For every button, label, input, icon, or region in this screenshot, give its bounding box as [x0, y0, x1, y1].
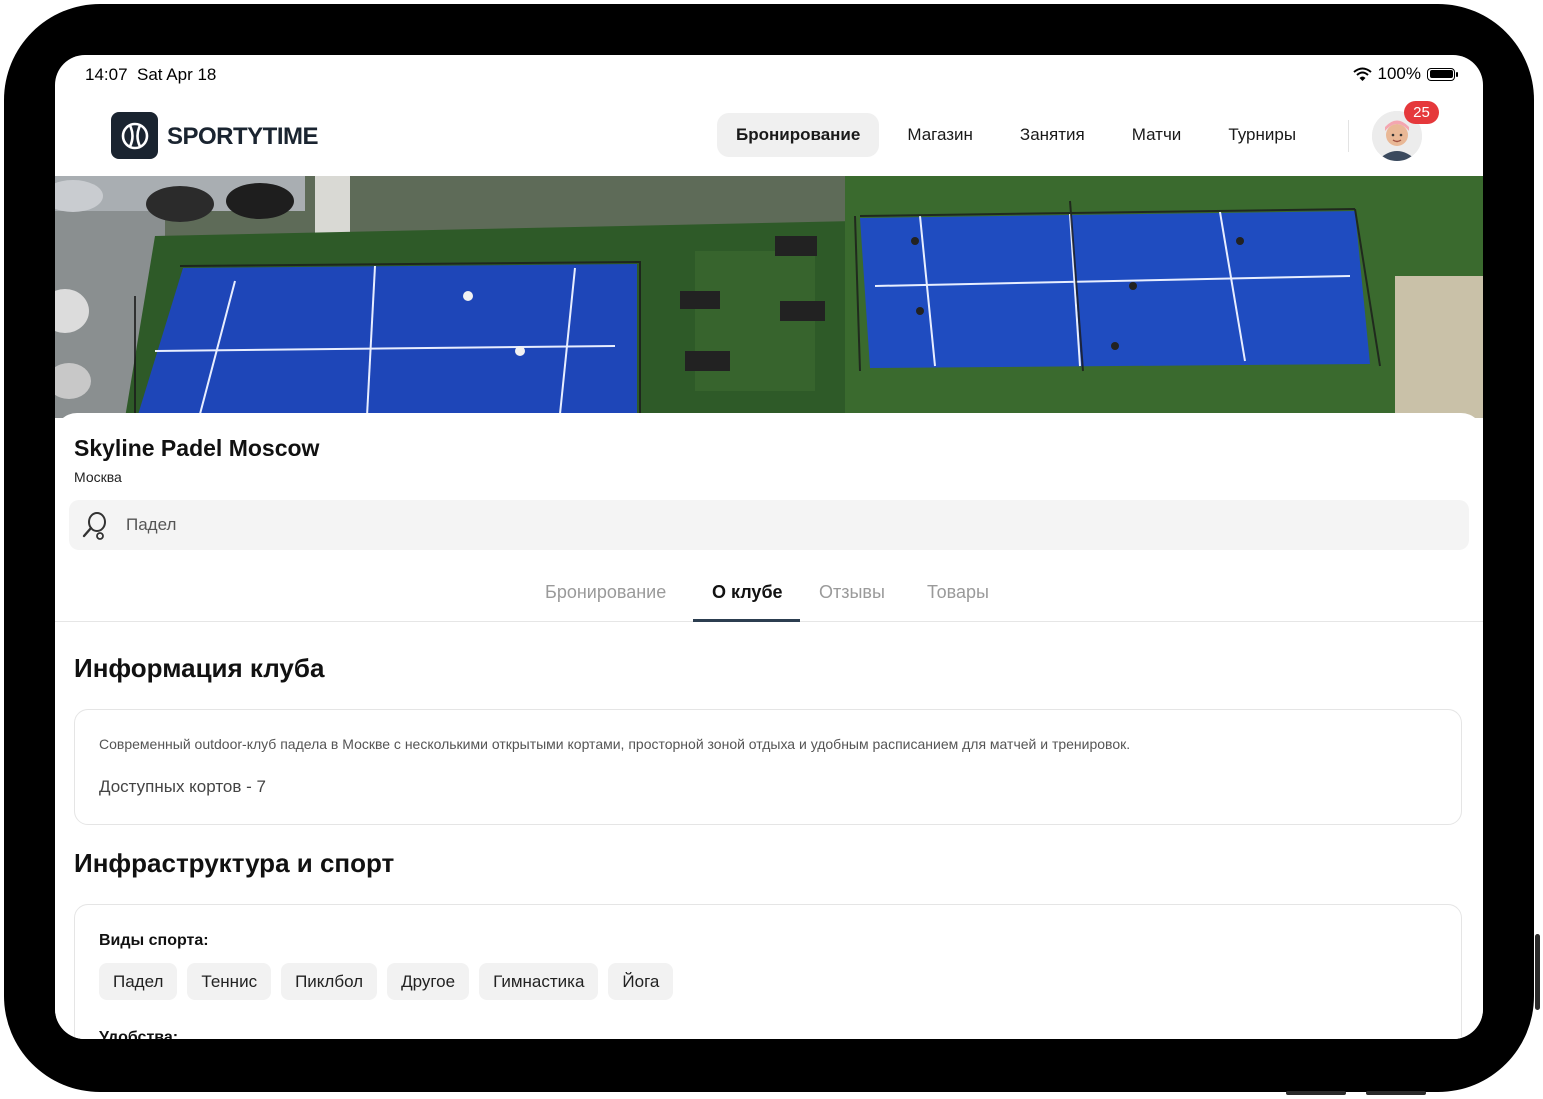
tab-booking[interactable]: Бронирование — [545, 582, 666, 603]
battery-icon — [1427, 67, 1458, 81]
tennis-ball-icon — [121, 122, 148, 149]
sport-selector[interactable]: Падел — [69, 500, 1469, 550]
sport-selector-value: Падел — [126, 515, 177, 534]
status-time: 14:07 Sat Apr 18 — [85, 65, 217, 84]
available-courts: Доступных кортов - 7 — [99, 777, 266, 796]
sports-chips: Падел Теннис Пиклбол Другое Гимнастика Й… — [99, 963, 674, 1000]
notification-badge: 25 — [1404, 101, 1439, 124]
club-tabs: Бронирование О клубе Отзывы Товары — [55, 563, 1483, 622]
nav-item-booking[interactable]: Бронирование — [717, 113, 880, 157]
sport-chip[interactable]: Йога — [608, 963, 674, 1000]
nav-divider — [1348, 120, 1349, 152]
padel-racket-icon — [82, 512, 106, 540]
screen: 14:07 Sat Apr 18 100% SPORTYTIME Брониро… — [55, 55, 1483, 1039]
club-city: Москва — [74, 469, 122, 485]
info-section-title: Информация клуба — [74, 653, 325, 683]
nav-item-matches[interactable]: Матчи — [1113, 113, 1201, 157]
tab-products[interactable]: Товары — [927, 582, 989, 603]
status-bar: 14:07 Sat Apr 18 100% — [55, 55, 1483, 93]
power-button — [1286, 1091, 1346, 1095]
amenities-label: Удобства: — [99, 1029, 179, 1039]
tab-reviews[interactable]: Отзывы — [819, 582, 885, 603]
club-name: Skyline Padel Moscow — [74, 435, 320, 461]
sport-chip[interactable]: Гимнастика — [479, 963, 599, 1000]
sport-chip[interactable]: Падел — [99, 963, 178, 1000]
club-hero-image — [55, 176, 1483, 418]
nav-item-tournaments[interactable]: Турниры — [1209, 113, 1315, 157]
sports-label: Виды спорта: — [99, 932, 209, 949]
logo-text: SPORTYTIME — [167, 123, 319, 150]
club-details-sheet: Skyline Padel Moscow Москва Падел Бронир… — [55, 413, 1483, 1039]
sport-chip[interactable]: Пиклбол — [281, 963, 378, 1000]
club-description: Современный outdoor-клуб падела в Москве… — [99, 736, 1131, 752]
wifi-icon — [1352, 67, 1372, 81]
nav-item-shop[interactable]: Магазин — [888, 113, 992, 157]
sport-chip[interactable]: Другое — [387, 963, 470, 1000]
battery-percent: 100% — [1377, 64, 1421, 83]
infrastructure-section-title: Инфраструктура и спорт — [74, 848, 395, 878]
sport-chip[interactable]: Теннис — [187, 963, 272, 1000]
main-nav: Бронирование Магазин Занятия Матчи Турни… — [717, 113, 1324, 157]
tablet-frame: 14:07 Sat Apr 18 100% SPORTYTIME Брониро… — [4, 4, 1540, 1095]
power-button-2 — [1366, 1091, 1426, 1095]
active-tab-indicator — [693, 619, 800, 622]
club-info-card: Современный outdoor-клуб падела в Москве… — [74, 709, 1462, 825]
padel-courts-illustration — [55, 176, 1483, 418]
nav-item-classes[interactable]: Занятия — [1001, 113, 1104, 157]
logo[interactable] — [111, 112, 158, 159]
volume-button — [1535, 934, 1540, 1010]
tab-about[interactable]: О клубе — [712, 582, 783, 603]
app-header: SPORTYTIME Бронирование Магазин Занятия … — [55, 93, 1483, 176]
infrastructure-card: Виды спорта: Падел Теннис Пиклбол Другое… — [74, 904, 1462, 1039]
